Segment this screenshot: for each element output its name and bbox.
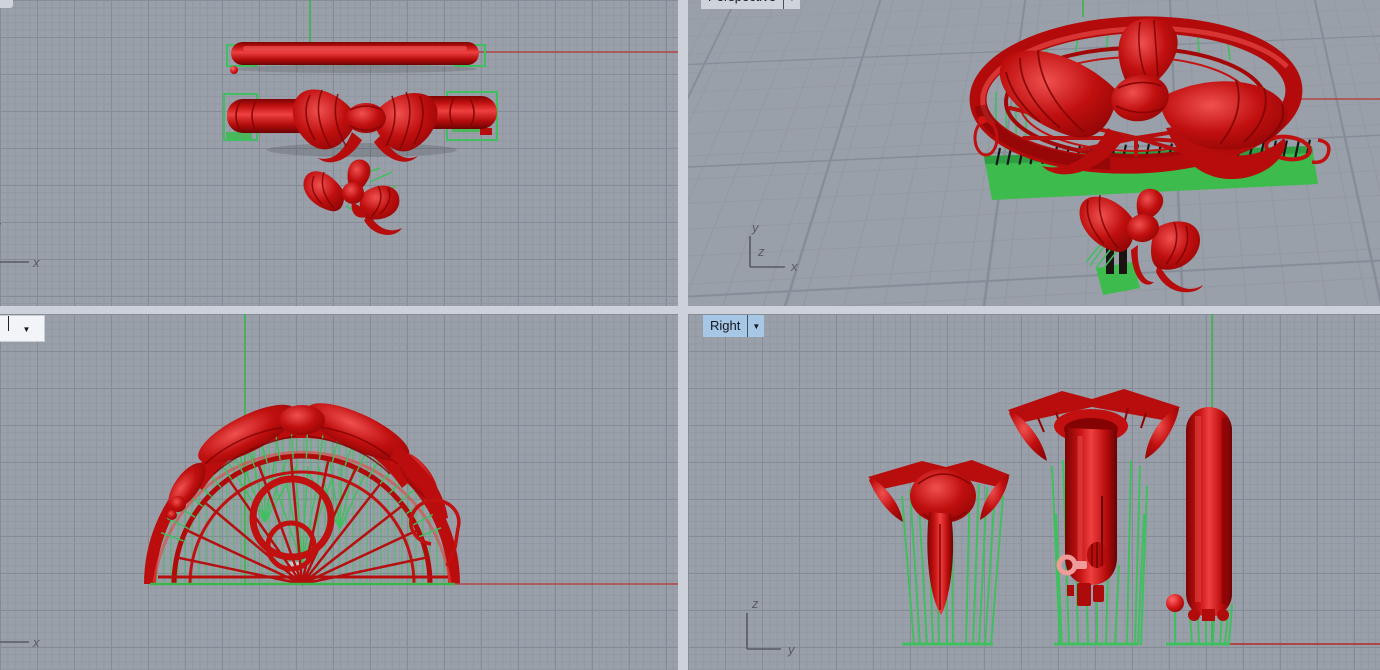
model-wheel-front [150, 392, 459, 587]
model-small-bow-right [868, 460, 1010, 645]
axis-label-y: y [787, 642, 796, 657]
viewport-front[interactable]: z x ▼ [0, 314, 678, 670]
perspective-canvas: y z x [688, 0, 1380, 306]
viewport-title-label[interactable]: Right [703, 315, 747, 338]
axis-label-z: z [757, 244, 765, 259]
axis-label-x: x [32, 255, 40, 270]
rhino-four-viewport-workspace: y x [0, 0, 1380, 670]
viewport-top-left[interactable]: y x [0, 0, 678, 306]
viewport-perspective[interactable]: y z x Perspective ▼ [688, 0, 1380, 306]
axis-label-x: x [790, 259, 798, 274]
viewport-title-tab-right[interactable]: Right ▼ [703, 315, 764, 337]
axis-indicator-front: z x [0, 598, 40, 650]
viewport-right[interactable]: z y Right ▼ [688, 314, 1380, 670]
chevron-down-icon[interactable]: ▼ [784, 0, 800, 9]
axis-label-y: y [751, 220, 760, 235]
viewport-splitter-horizontal[interactable] [0, 306, 1380, 314]
model-bar-cylinder-top [227, 42, 485, 74]
viewport-title-label[interactable]: Perspective [701, 0, 783, 9]
axis-indicator-top-left: y x [0, 218, 40, 270]
axis-label-z: z [751, 596, 759, 611]
axis-indicator-perspective: y z x [750, 220, 798, 274]
viewport-title-tab-perspective[interactable]: Perspective ▼ [701, 0, 800, 9]
axis-label-x: x [32, 635, 40, 650]
viewport-title-tab-clipped[interactable] [0, 0, 13, 8]
top-view-canvas: y x [0, 0, 678, 306]
model-bow-cylinder-right [1008, 389, 1180, 645]
axis-label-z: z [0, 598, 1, 613]
front-view-canvas: z x [0, 314, 678, 670]
axis-indicator-right: z y [747, 596, 796, 657]
right-view-canvas: z y [688, 314, 1380, 670]
chevron-down-icon[interactable]: ▼ [748, 315, 764, 337]
model-small-bow-perspective [1080, 189, 1203, 295]
model-wheel-bow-perspective [975, 18, 1329, 200]
axis-label-y: y [0, 218, 2, 233]
viewport-title-tab-front-clipped[interactable]: ▼ [0, 315, 45, 342]
chevron-down-icon[interactable]: ▼ [9, 318, 44, 340]
model-small-bow-top [304, 160, 402, 235]
viewport-splitter-vertical[interactable] [678, 0, 688, 670]
model-tall-cylinder-right [1166, 407, 1232, 645]
model-bow-cylinder-top [224, 90, 497, 163]
